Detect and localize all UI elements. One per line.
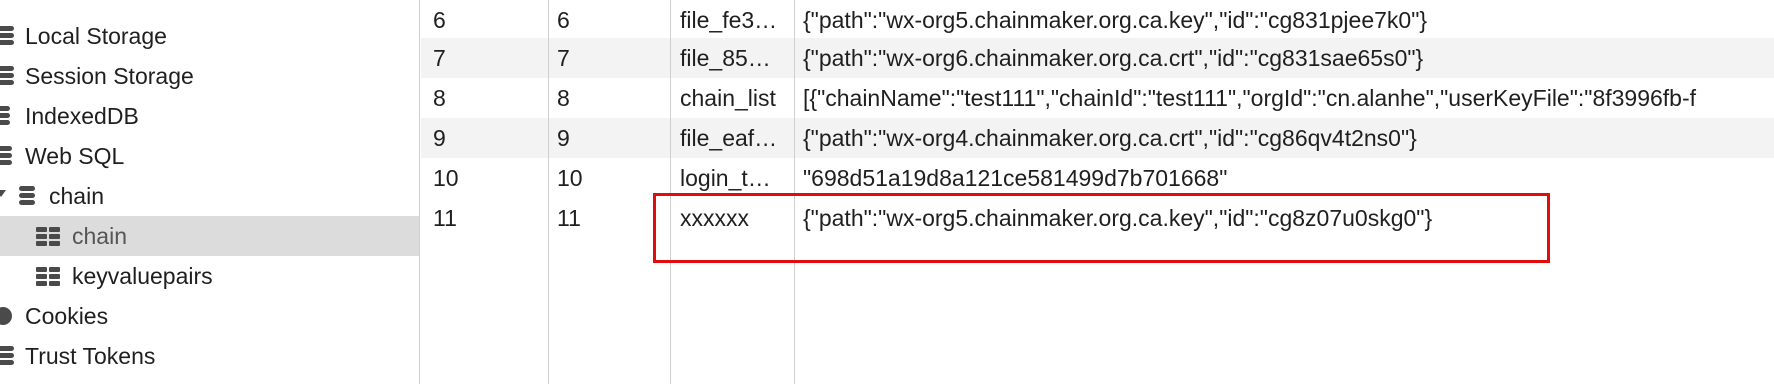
sidebar-item-label: Web SQL [25,142,125,169]
cell-id: 8 [557,85,570,111]
table-row[interactable]: 11 11 xxxxxx {"path":"wx-org5.chainmaker… [421,198,1774,238]
cell-id: 7 [557,45,570,71]
sidebar-item-chain-table[interactable]: chain [0,216,419,256]
cell-id: 11 [557,205,581,231]
data-grid: 6 6 file_fe3… {"path":"wx-org5.chainmake… [421,0,1774,384]
table-row[interactable]: 7 7 file_85… {"path":"wx-org6.chainmaker… [421,38,1774,78]
table-row[interactable]: 8 8 chain_list [{"chainName":"test111","… [421,78,1774,118]
column-divider[interactable] [670,0,671,384]
database-icon [0,145,12,167]
sidebar-item-label: Cookies [25,302,109,329]
sidebar-item-label: keyvaluepairs [72,262,213,289]
sidebar-item-trust-tokens[interactable]: Trust Tokens [0,336,419,376]
cell-number: 10 [433,165,459,191]
storage-sidebar: Local Storage Session Storage IndexedDB … [0,0,420,384]
cell-key: file_eaf… [680,125,778,151]
sidebar-item-label: IndexedDB [25,102,139,129]
cell-id: 9 [557,125,570,151]
cell-value: {"path":"wx-org4.chainmaker.org.ca.crt",… [803,125,1417,151]
sidebar-item-label: chain [49,182,104,209]
sidebar-item-indexeddb[interactable]: IndexedDB [0,96,419,136]
table-row[interactable]: 9 9 file_eaf… {"path":"wx-org4.chainmake… [421,118,1774,158]
database-icon [0,25,14,47]
sidebar-item-web-sql[interactable]: Web SQL [0,136,419,176]
cell-id: 6 [557,7,570,33]
cell-key: file_fe3… [680,7,778,33]
table-row[interactable]: 10 10 login_t… "698d51a19d8a121ce581499d… [421,158,1774,198]
table-icon [36,226,62,246]
table-icon [36,266,62,286]
database-icon [0,105,10,127]
sidebar-item-label: Local Storage [25,22,167,49]
chevron-down-icon[interactable] [0,190,6,197]
cell-value: [{"chainName":"test111","chainId":"test1… [803,85,1697,111]
cell-key: file_85… [680,45,771,71]
sidebar-item-label: Session Storage [25,62,194,89]
cell-number: 11 [433,205,457,231]
sidebar-item-cookies[interactable]: Cookies [0,296,419,336]
sidebar-item-keyvaluepairs[interactable]: keyvaluepairs [0,256,419,296]
cell-key: login_t… [680,165,771,191]
cell-value: {"path":"wx-org5.chainmaker.org.ca.key",… [803,7,1428,33]
cell-key: xxxxxx [680,205,749,231]
column-divider[interactable] [548,0,549,384]
cell-number: 7 [433,45,446,71]
cell-number: 9 [433,125,446,151]
sidebar-item-local-storage[interactable]: Local Storage [0,16,419,56]
column-divider[interactable] [794,0,795,384]
sidebar-item-chain-database[interactable]: chain [0,176,419,216]
database-icon [0,345,14,367]
cell-number: 6 [433,7,446,33]
sidebar-item-label: chain [72,222,127,249]
sidebar-item-session-storage[interactable]: Session Storage [0,56,419,96]
database-icon [19,185,35,207]
cell-value: {"path":"wx-org5.chainmaker.org.ca.key",… [803,205,1433,231]
cell-value: "698d51a19d8a121ce581499d7b701668" [803,165,1228,191]
cookie-icon [0,307,12,325]
cell-id: 10 [557,165,583,191]
cell-key: chain_list [680,85,776,111]
table-row[interactable]: 6 6 file_fe3… {"path":"wx-org5.chainmake… [421,0,1774,40]
database-icon [0,65,14,87]
cell-number: 8 [433,85,446,111]
sidebar-item-label: Trust Tokens [25,342,156,369]
cell-value: {"path":"wx-org6.chainmaker.org.ca.crt",… [803,45,1424,71]
